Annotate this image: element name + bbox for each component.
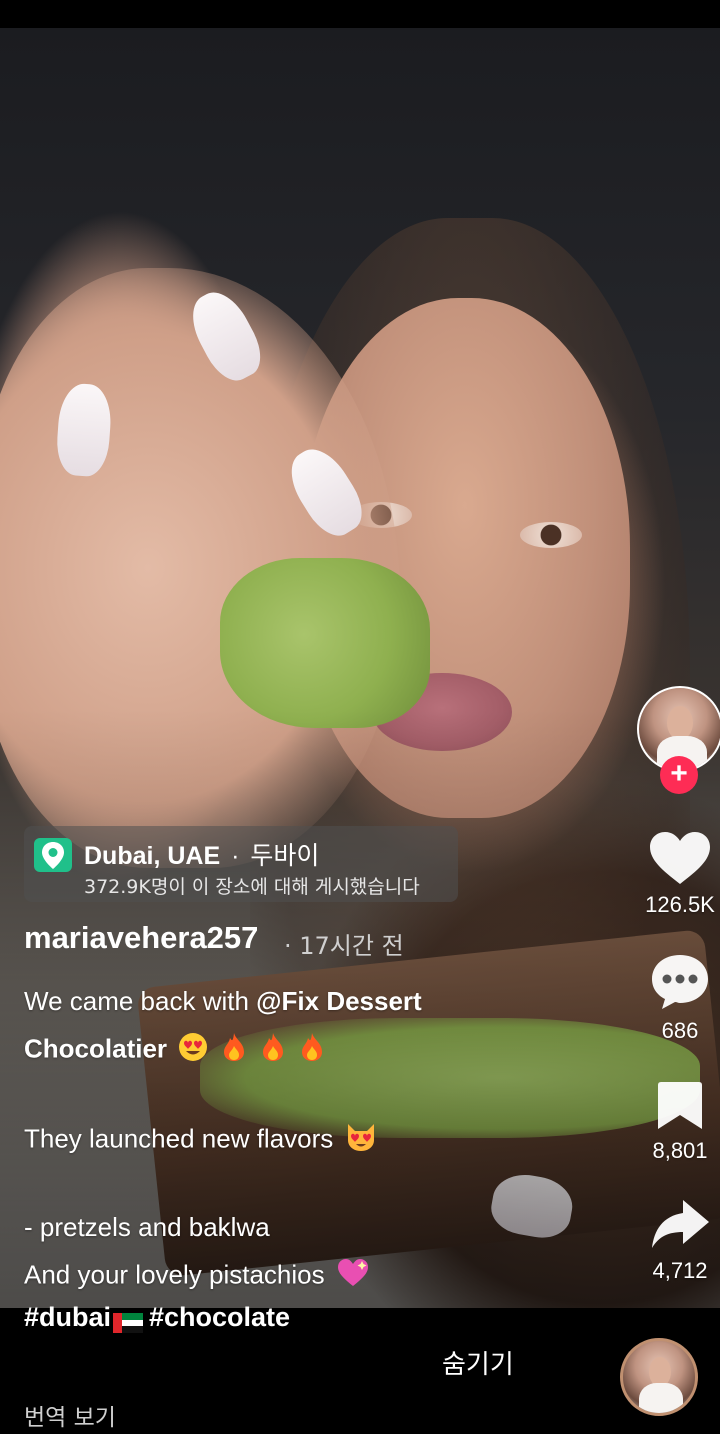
- username[interactable]: mariavehera257: [24, 920, 258, 956]
- post-time: · 17시간 전: [284, 932, 404, 960]
- like-count: 126.5K: [645, 892, 715, 917]
- caption-line: - pretzels and baklwa: [24, 1212, 584, 1243]
- location-local-name: 두바이: [250, 842, 320, 870]
- hashtag-link[interactable]: #dubai: [24, 1302, 111, 1332]
- follow-button[interactable]: +: [660, 756, 698, 794]
- sparkling-heart-emoji-icon: [336, 1258, 370, 1295]
- caption-line: They launched new flavors: [24, 1122, 584, 1159]
- status-bar: [0, 0, 720, 28]
- uae-flag-icon: [113, 1309, 144, 1333]
- caption-line: And your lovely pistachios: [24, 1258, 584, 1295]
- heart-icon: [650, 832, 710, 884]
- fire-emoji-icon: [298, 1032, 326, 1069]
- mention-link[interactable]: @Fix Dessert: [256, 986, 422, 1016]
- like-button[interactable]: 126.5K: [630, 830, 720, 918]
- share-count: 4,712: [652, 1258, 708, 1283]
- share-icon: [652, 1200, 709, 1248]
- location-posts-count: 372.9K명이 이 장소에 대해 게시했습니다: [84, 876, 420, 898]
- location-chip[interactable]: Dubai, UAE · 두바이 372.9K명이 이 장소에 대해 게시했습니…: [24, 826, 458, 902]
- heart-eyes-emoji-icon: [178, 1032, 208, 1069]
- comment-icon: [652, 955, 708, 1009]
- comment-count: 686: [661, 1018, 699, 1043]
- heart-eyes-cat-emoji-icon: [345, 1122, 377, 1159]
- hashtag-link[interactable]: #chocolate: [149, 1302, 290, 1332]
- caption-text: - pretzels and baklwa: [24, 1212, 270, 1242]
- caption-text: And your lovely pistachios: [24, 1259, 325, 1290]
- mention-link[interactable]: Chocolatier: [24, 1033, 167, 1063]
- share-button[interactable]: 4,712: [630, 1196, 720, 1284]
- bookmark-icon: [658, 1082, 702, 1129]
- caption-text: We came back with: [24, 986, 257, 1016]
- hide-button[interactable]: 숨기기: [442, 1344, 514, 1381]
- location-title: Dubai, UAE · 두바이: [84, 836, 319, 872]
- avatar-face: [667, 706, 693, 740]
- save-count: 8,801: [652, 1138, 708, 1163]
- comment-button[interactable]: 686: [630, 952, 720, 1044]
- caption-line: We came back with @Fix Dessert: [24, 986, 584, 1017]
- location-separator: ·: [231, 842, 240, 870]
- fire-emoji-icon: [259, 1032, 287, 1069]
- hashtags: #dubai #chocolate: [24, 1302, 290, 1333]
- video-eye-right: [520, 522, 582, 548]
- save-button[interactable]: 8,801: [630, 1080, 720, 1164]
- map-pin-icon: [34, 838, 72, 872]
- caption-text: They launched new flavors: [24, 1123, 334, 1154]
- video-player[interactable]: [0, 28, 720, 1308]
- avatar-body: [639, 1383, 683, 1413]
- location-name: Dubai, UAE: [84, 842, 221, 870]
- caption-line: Chocolatier: [24, 1032, 584, 1069]
- video-pistachio-piece: [220, 558, 430, 728]
- music-disc-avatar[interactable]: [620, 1338, 698, 1416]
- translate-button[interactable]: 번역 보기: [24, 1398, 116, 1432]
- fire-emoji-icon: [220, 1032, 248, 1069]
